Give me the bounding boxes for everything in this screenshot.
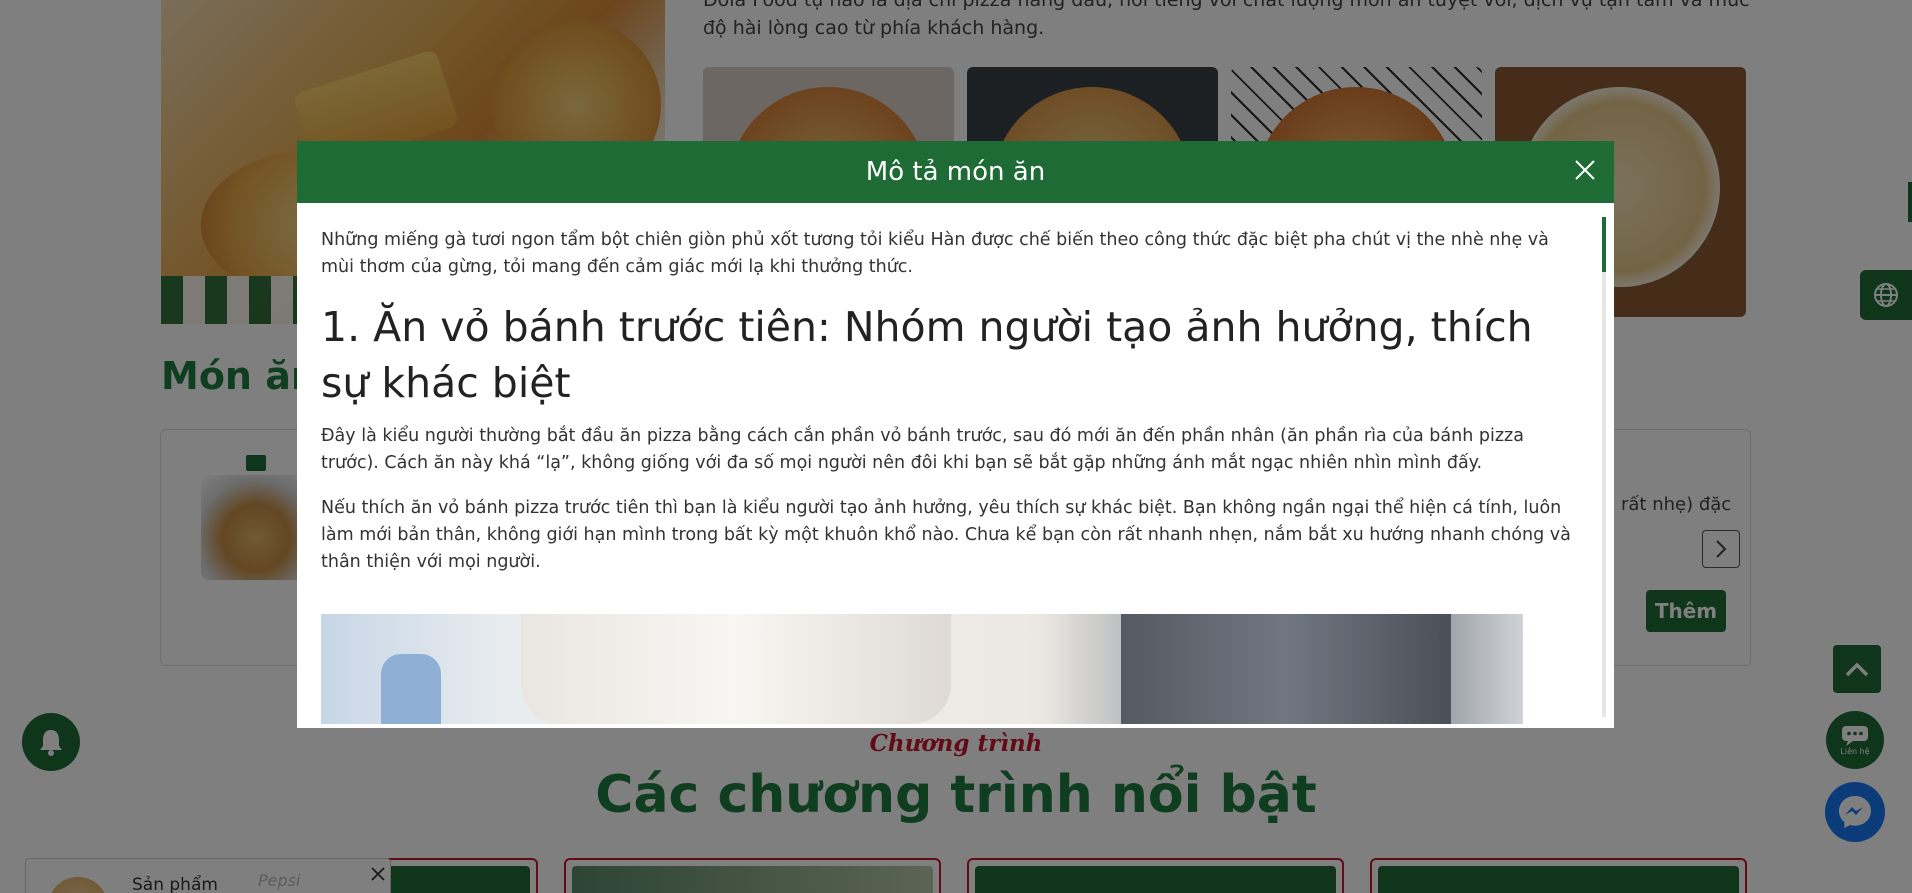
modal-title: Mô tả món ăn: [865, 157, 1046, 187]
scrollbar-thumb[interactable]: [1602, 217, 1606, 272]
dish-intro-text: Những miếng gà tươi ngon tẩm bột chiên g…: [321, 230, 1549, 277]
article-image: [321, 614, 1523, 724]
modal-close-button[interactable]: [1570, 155, 1600, 185]
modal-scrollbar[interactable]: [1602, 217, 1606, 717]
article-paragraph: Đây là kiểu người thường bắt đầu ăn pizz…: [321, 426, 1524, 473]
close-icon: [1575, 160, 1595, 180]
article-heading: 1. Ăn vỏ bánh trước tiên: Nhóm người tạo…: [321, 303, 1533, 407]
article-paragraph: Nếu thích ăn vỏ bánh pizza trước tiên th…: [321, 498, 1571, 572]
dish-description-modal: Mô tả món ăn Những miếng gà tươi ngon tẩ…: [297, 141, 1614, 728]
modal-header: Mô tả món ăn: [297, 141, 1614, 203]
